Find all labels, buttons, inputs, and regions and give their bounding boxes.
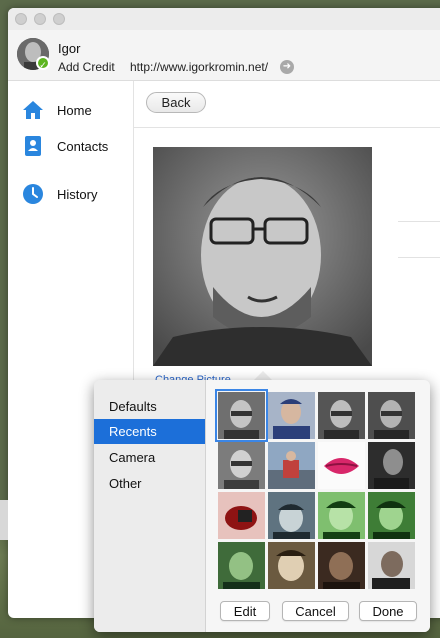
picture-thumbnail[interactable] [268, 492, 315, 539]
title-bar [8, 8, 440, 30]
category-label: Camera [109, 450, 156, 465]
online-status-icon: ✓ [36, 56, 50, 70]
sidebar-item-label: Home [57, 103, 92, 118]
done-button[interactable]: Done [359, 601, 417, 621]
picture-thumbnail[interactable] [218, 542, 265, 589]
minimize-window-button[interactable] [34, 13, 46, 25]
category-label: Other [109, 476, 142, 491]
user-name: Igor [58, 41, 81, 56]
category-label: Defaults [109, 399, 157, 414]
category-other[interactable]: Other [94, 471, 205, 496]
picture-thumbnail[interactable] [218, 492, 265, 539]
profile-picture[interactable] [153, 147, 372, 366]
category-recents[interactable]: Recents [94, 419, 205, 444]
sidebar-item-history[interactable]: History [8, 181, 133, 209]
category-label: Recents [109, 424, 157, 439]
picture-thumbnail[interactable] [318, 442, 365, 489]
toolbar: Back [134, 81, 440, 128]
add-credit-link[interactable]: Add Credit [58, 60, 115, 74]
picture-thumbnail[interactable] [268, 442, 315, 489]
contacts-icon [25, 136, 41, 156]
sidebar-item-label: Contacts [57, 139, 109, 154]
picture-thumbnail[interactable] [368, 542, 415, 589]
website-url[interactable]: http://www.igorkromin.net/ [130, 60, 268, 74]
home-icon [23, 101, 43, 119]
popover-arrow [254, 371, 272, 380]
divider [398, 221, 440, 222]
account-header: ✓ Igor Add Credit http://www.igorkromin.… [8, 30, 440, 81]
recent-pictures-grid: Edit Cancel Done [206, 380, 430, 632]
sidebar-item-contacts[interactable]: Contacts [8, 133, 133, 161]
background-window-edge [0, 500, 8, 540]
sidebar-item-label: History [57, 187, 98, 202]
picture-thumbnail[interactable] [218, 442, 265, 489]
picture-thumbnail[interactable] [368, 492, 415, 539]
picture-thumbnail[interactable] [318, 492, 365, 539]
picture-thumbnail[interactable] [368, 442, 415, 489]
profile-photo-image [153, 147, 372, 366]
picture-thumbnail[interactable] [268, 542, 315, 589]
close-window-button[interactable] [15, 13, 27, 25]
cancel-button[interactable]: Cancel [282, 601, 349, 621]
picture-thumbnail[interactable] [215, 389, 268, 442]
category-camera[interactable]: Camera [94, 445, 205, 470]
sidebar-item-home[interactable]: Home [8, 97, 133, 125]
picture-thumbnail[interactable] [318, 542, 365, 589]
picture-thumbnail[interactable] [268, 392, 315, 439]
edit-button[interactable]: Edit [220, 601, 270, 621]
category-defaults[interactable]: Defaults [94, 394, 205, 419]
picture-thumbnail[interactable] [368, 392, 415, 439]
picture-category-list: Defaults Recents Camera Other [94, 380, 206, 632]
back-button[interactable]: Back [146, 92, 206, 113]
zoom-window-button[interactable] [53, 13, 65, 25]
arrow-right-icon[interactable]: ➜ [280, 60, 294, 74]
picture-thumbnail[interactable] [318, 392, 365, 439]
picture-picker-popover: Defaults Recents Camera Other Edit Cance… [94, 380, 430, 632]
divider [398, 257, 440, 258]
history-icon [23, 184, 43, 204]
